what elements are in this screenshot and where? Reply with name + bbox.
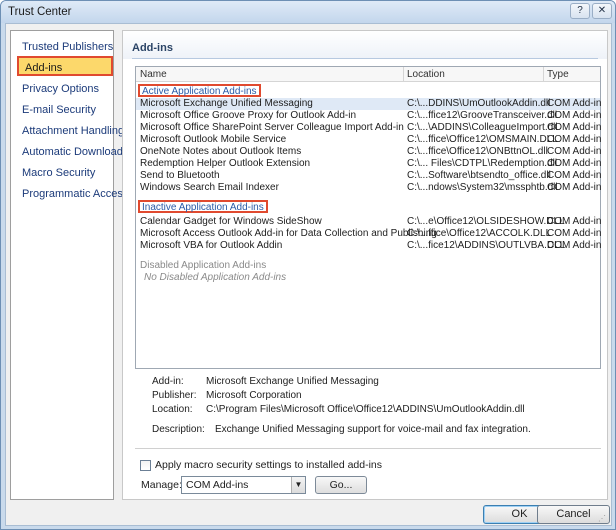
addin-location: C:\...ffice\Office12\OMSMAIN.DLL (407, 134, 558, 145)
chevron-down-icon[interactable]: ▼ (291, 477, 305, 493)
addin-location: C:\...Software\btsendto_office.dll (407, 170, 551, 181)
column-divider[interactable] (403, 67, 404, 82)
sidebar-item-trusted-publishers[interactable]: Trusted Publishers (12, 37, 113, 57)
group-inactive-addins: Inactive Application Add-ins (138, 200, 268, 213)
addin-location: C:\... Files\CDTPL\Redemption.dll (407, 158, 558, 169)
table-row[interactable]: Redemption Helper Outlook Extension C:\.… (136, 158, 602, 170)
detail-description-value: Exchange Unified Messaging support for v… (215, 424, 531, 435)
addin-name: OneNote Notes about Outlook Items (140, 146, 302, 157)
section-divider (132, 58, 598, 59)
title-bar[interactable]: Trust Center ? ✕ (1, 1, 615, 23)
column-header-name[interactable]: Name (140, 69, 167, 80)
addin-location: C:\...DDINS\UmOutlookAddin.dll (407, 98, 551, 109)
disabled-empty-note: No Disabled Application Add-ins (144, 272, 287, 283)
table-row[interactable]: Microsoft Office Groove Proxy for Outloo… (136, 110, 602, 122)
addin-type: COM Add-in (547, 122, 602, 133)
column-header-type[interactable]: Type (547, 69, 569, 80)
manage-label: Manage: (141, 479, 182, 491)
addin-location: C:\...ndows\System32\mssphtb.dll (407, 182, 558, 193)
sidebar-item-automatic-download[interactable]: Automatic Download (12, 142, 123, 162)
addin-type: COM Add-in (547, 240, 602, 251)
section-title: Add-ins (132, 42, 173, 54)
addin-name: Microsoft VBA for Outlook Addin (140, 240, 283, 251)
addin-location: C:\...\ADDINS\ColleagueImport.dll (407, 122, 558, 133)
sidebar-item-programmatic-access[interactable]: Programmatic Access (12, 184, 128, 204)
table-row[interactable]: Microsoft Exchange Unified Messaging C:\… (136, 98, 602, 110)
column-header-location[interactable]: Location (407, 69, 445, 80)
detail-addin-value: Microsoft Exchange Unified Messaging (206, 376, 379, 387)
sidebar-item-add-ins[interactable]: Add-ins (17, 56, 113, 76)
addin-location: C:\...ffice12\GrooveTransceiver.dll (407, 110, 558, 121)
addins-list[interactable]: Name Location Type Active Application Ad… (135, 66, 601, 369)
addin-type: COM Add-in (547, 110, 602, 121)
addin-name: Microsoft Office SharePoint Server Colle… (140, 122, 404, 133)
detail-addin-label: Add-in: (152, 376, 184, 387)
sidebar-item-privacy-options[interactable]: Privacy Options (12, 79, 112, 99)
go-button[interactable]: Go... (315, 476, 367, 494)
addins-panel: Add-ins Name Location Type Active Applic… (122, 30, 608, 500)
trust-center-window: Trust Center ? ✕ Trusted Publishers Add-… (0, 0, 616, 530)
group-active-addins: Active Application Add-ins (138, 84, 261, 97)
table-row[interactable]: Send to Bluetooth C:\...Software\btsendt… (136, 170, 602, 182)
help-button[interactable]: ? (570, 3, 590, 19)
manage-select-value: COM Add-ins (186, 479, 249, 491)
addin-type: COM Add-in (547, 146, 602, 157)
sidebar: Trusted Publishers Add-ins Privacy Optio… (10, 30, 128, 500)
addin-name: Microsoft Office Groove Proxy for Outloo… (140, 110, 357, 121)
table-row[interactable]: Microsoft VBA for Outlook Addin C:\...fi… (136, 240, 602, 252)
addin-type: COM Add-in (547, 228, 602, 239)
addin-type: COM Add-in (547, 182, 602, 193)
table-row[interactable]: Windows Search Email Indexer C:\...ndows… (136, 182, 602, 194)
addin-location: C:\...ffice\Office12\ACCOLK.DLL (407, 228, 552, 239)
table-row[interactable]: Microsoft Outlook Mobile Service C:\...f… (136, 134, 602, 146)
section-header: Add-ins (123, 31, 607, 59)
addin-name: Windows Search Email Indexer (140, 182, 279, 193)
manage-select[interactable]: COM Add-ins ▼ (181, 476, 306, 494)
addin-name: Send to Bluetooth (140, 170, 220, 181)
column-divider[interactable] (543, 67, 544, 82)
addin-type: COM Add-in (547, 170, 602, 181)
detail-location-label: Location: (152, 404, 193, 415)
addin-name: Microsoft Access Outlook Add-in for Data… (140, 228, 437, 239)
resize-grip-icon[interactable]: ⋰ (598, 514, 608, 524)
apply-macro-checkbox[interactable] (140, 460, 151, 471)
addin-location: C:\...ffice\Office12\ONBttnOL.dll (407, 146, 548, 157)
addin-name: Calendar Gadget for Windows SideShow (140, 216, 322, 227)
close-icon: ✕ (597, 5, 607, 16)
detail-location-value: C:\Program Files\Microsoft Office\Office… (206, 404, 525, 415)
table-row[interactable]: Calendar Gadget for Windows SideShow C:\… (136, 216, 602, 228)
detail-description-label: Description: (152, 424, 205, 435)
sidebar-item-email-security[interactable]: E-mail Security (12, 100, 112, 120)
apply-macro-label[interactable]: Apply macro security settings to install… (155, 459, 382, 471)
detail-publisher-value: Microsoft Corporation (206, 390, 302, 401)
options-divider (135, 448, 601, 449)
addin-location: C:\...fice12\ADDINS\OUTLVBA.DLL (407, 240, 566, 251)
table-row[interactable]: Microsoft Office SharePoint Server Colle… (136, 122, 602, 134)
window-title: Trust Center (8, 6, 72, 18)
sidebar-item-macro-security[interactable]: Macro Security (12, 163, 112, 183)
addin-type: COM Add-in (547, 134, 602, 145)
addin-type: COM Add-in (547, 216, 602, 227)
addin-name: Redemption Helper Outlook Extension (140, 158, 311, 169)
addin-location: C:\...e\Office12\OLSIDESHOW.DLL (407, 216, 565, 227)
addin-type: COM Add-in (547, 98, 602, 109)
addin-type: COM Add-in (547, 158, 602, 169)
close-button[interactable]: ✕ (592, 3, 612, 19)
help-icon: ? (577, 5, 583, 16)
table-row[interactable]: OneNote Notes about Outlook Items C:\...… (136, 146, 602, 158)
table-row[interactable]: Microsoft Access Outlook Add-in for Data… (136, 228, 602, 240)
dialog-client: Trusted Publishers Add-ins Privacy Optio… (5, 23, 612, 526)
addin-name: Microsoft Exchange Unified Messaging (140, 98, 313, 109)
addin-name: Microsoft Outlook Mobile Service (140, 134, 287, 145)
sidebar-item-attachment-handling[interactable]: Attachment Handling (12, 121, 124, 141)
list-header: Name Location Type (136, 67, 600, 82)
group-disabled-addins: Disabled Application Add-ins (140, 260, 267, 271)
detail-publisher-label: Publisher: (152, 390, 197, 401)
